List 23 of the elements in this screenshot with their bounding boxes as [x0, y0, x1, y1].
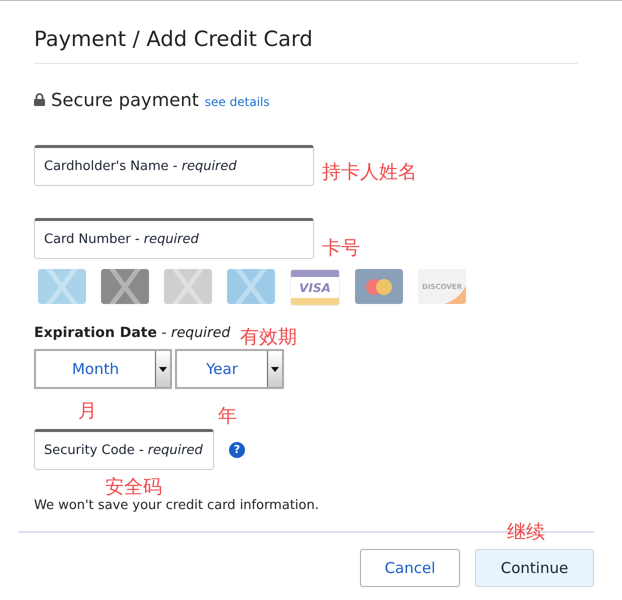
annotation: 安全码 — [105, 478, 162, 497]
see-details-link[interactable]: see details — [204, 95, 270, 109]
annotation: 卡号 — [322, 239, 360, 258]
visa-card-icon: VISA — [290, 269, 340, 306]
help-icon[interactable]: ? — [229, 442, 245, 458]
input-field[interactable]: Security Code - required — [34, 429, 214, 470]
continue-button[interactable]: Continue — [475, 549, 594, 587]
cancel-button[interactable]: Cancel — [360, 549, 460, 587]
lock-icon — [34, 93, 45, 106]
annotation: 继续 — [507, 523, 545, 542]
expiration-date-label: Expiration Date - required — [34, 325, 230, 341]
dropdown[interactable]: Month — [34, 349, 172, 389]
annotation: 有效期 — [240, 328, 297, 347]
secure-payment-label: Secure payment — [51, 90, 199, 111]
annotation: 年 — [218, 407, 237, 426]
input-field[interactable]: Cardholder's Name - required — [34, 145, 314, 186]
card-stripe — [291, 298, 339, 305]
annotation: 持卡人姓名 — [322, 163, 417, 182]
page-title: Payment / Add Credit Card — [34, 27, 578, 64]
input-field[interactable]: Card Number - required — [34, 218, 314, 259]
dropdown[interactable]: Year — [175, 349, 284, 389]
notice-text: We won't save your credit card information. — [34, 498, 320, 513]
annotation: 月 — [78, 402, 97, 421]
